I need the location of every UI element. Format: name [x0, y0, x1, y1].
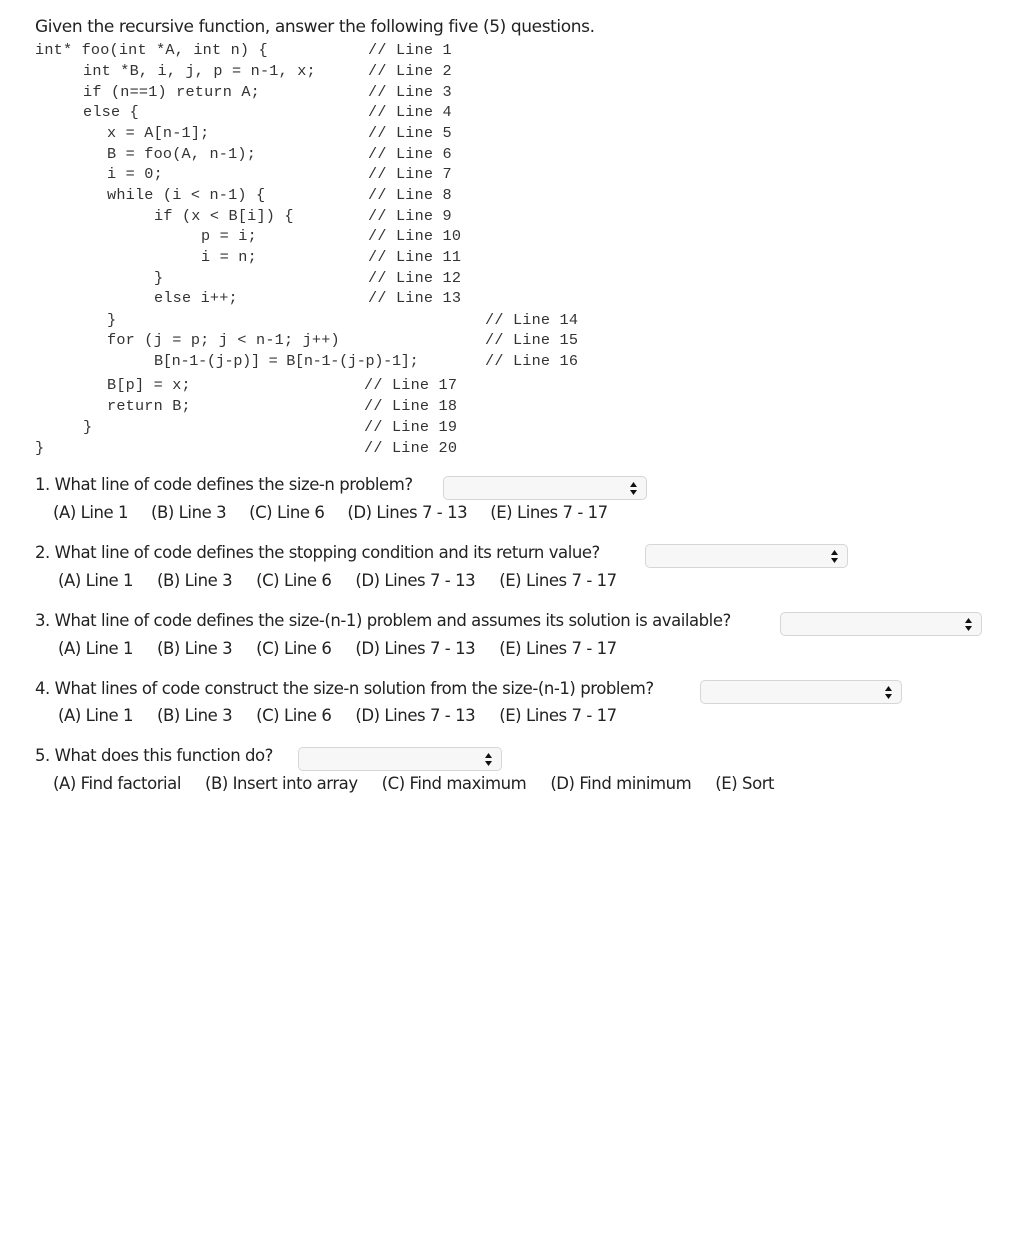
- code-line: }: [107, 311, 117, 329]
- code-block: int* foo(int *A, int n) { // Line 1 int …: [0, 0, 1024, 470]
- option-b: (B) Line 3: [151, 503, 227, 522]
- option-e: (E) Lines 7 - 17: [499, 639, 617, 658]
- code-line: return B;: [107, 397, 191, 415]
- option-a: (A) Line 1: [58, 571, 134, 590]
- code-comment: // Line 20: [364, 439, 458, 457]
- code-comment: // Line 3: [368, 83, 452, 101]
- option-e: (E) Lines 7 - 17: [499, 706, 617, 725]
- option-d: (D) Find minimum: [550, 774, 692, 793]
- code-comment: // Line 12: [368, 269, 462, 287]
- option-a: (A) Find factorial: [53, 774, 181, 793]
- code-line: for (j = p; j < n-1; j++): [107, 331, 340, 349]
- option-c: (C) Find maximum: [381, 774, 527, 793]
- option-a: (A) Line 1: [58, 639, 134, 658]
- code-comment: // Line 14: [485, 311, 579, 329]
- code-comment: // Line 19: [364, 418, 458, 436]
- code-line: int *B, i, j, p = n-1, x;: [83, 62, 316, 80]
- up-down-chevron-icon: [965, 618, 972, 631]
- option-b: (B) Line 3: [157, 639, 233, 658]
- code-comment: // Line 9: [368, 207, 452, 225]
- option-d: (D) Lines 7 - 13: [355, 706, 476, 725]
- up-down-chevron-icon: [831, 550, 838, 563]
- code-comment: // Line 7: [368, 165, 452, 183]
- option-b: (B) Line 3: [157, 706, 233, 725]
- up-down-chevron-icon: [630, 482, 637, 495]
- code-comment: // Line 15: [485, 331, 579, 349]
- answer-options: (A) Line 1 (B) Line 3 (C) Line 6 (D) Lin…: [58, 571, 617, 590]
- option-a: (A) Line 1: [58, 706, 134, 725]
- code-comment: // Line 8: [368, 186, 452, 204]
- code-line: B[n-1-(j-p)] = B[n-1-(j-p)-1];: [154, 352, 419, 370]
- code-comment: // Line 6: [368, 145, 452, 163]
- code-line: B = foo(A, n-1);: [107, 145, 257, 163]
- code-line: else i++;: [154, 289, 238, 307]
- option-e: (E) Lines 7 - 17: [490, 503, 608, 522]
- code-comment: // Line 4: [368, 103, 452, 121]
- option-b: (B) Insert into array: [204, 774, 358, 793]
- code-line: }: [154, 269, 164, 287]
- code-line: i = n;: [201, 248, 257, 266]
- code-line: else {: [83, 103, 139, 121]
- code-comment: // Line 17: [364, 376, 458, 394]
- code-line: }: [35, 439, 45, 457]
- code-comment: // Line 16: [485, 352, 579, 370]
- code-line: B[p] = x;: [107, 376, 191, 394]
- answer-select-4[interactable]: [700, 680, 902, 704]
- option-c: (C) Line 6: [256, 706, 332, 725]
- code-line: int* foo(int *A, int n) {: [35, 41, 268, 59]
- option-d: (D) Lines 7 - 13: [347, 503, 468, 522]
- answer-options: (A) Find factorial (B) Insert into array…: [53, 774, 775, 793]
- code-line: i = 0;: [107, 165, 163, 183]
- option-c: (C) Line 6: [249, 503, 325, 522]
- question-text: 2. What line of code defines the stoppin…: [35, 543, 600, 562]
- code-comment: // Line 10: [368, 227, 462, 245]
- code-comment: // Line 1: [368, 41, 452, 59]
- up-down-chevron-icon: [485, 753, 492, 766]
- option-e: (E) Sort: [715, 774, 775, 793]
- code-line: x = A[n-1];: [107, 124, 210, 142]
- code-comment: // Line 18: [364, 397, 458, 415]
- option-c: (C) Line 6: [256, 639, 332, 658]
- option-e: (E) Lines 7 - 17: [499, 571, 617, 590]
- answer-options: (A) Line 1 (B) Line 3 (C) Line 6 (D) Lin…: [53, 503, 608, 522]
- code-comment: // Line 5: [368, 124, 452, 142]
- option-c: (C) Line 6: [256, 571, 332, 590]
- code-line: }: [83, 418, 93, 436]
- option-b: (B) Line 3: [157, 571, 233, 590]
- answer-select-5[interactable]: [298, 747, 502, 771]
- code-line: if (n==1) return A;: [83, 83, 260, 101]
- option-d: (D) Lines 7 - 13: [355, 639, 476, 658]
- question-text: 5. What does this function do?: [35, 746, 273, 765]
- question-text: 1. What line of code defines the size-n …: [35, 475, 413, 494]
- code-comment: // Line 13: [368, 289, 462, 307]
- answer-select-1[interactable]: [443, 476, 647, 500]
- code-line: p = i;: [201, 227, 257, 245]
- question-text: 3. What line of code defines the size-(n…: [35, 611, 731, 630]
- code-comment: // Line 11: [368, 248, 462, 266]
- answer-select-3[interactable]: [780, 612, 982, 636]
- answer-options: (A) Line 1 (B) Line 3 (C) Line 6 (D) Lin…: [58, 639, 617, 658]
- option-a: (A) Line 1: [53, 503, 129, 522]
- code-comment: // Line 2: [368, 62, 452, 80]
- answer-select-2[interactable]: [645, 544, 848, 568]
- code-line: while (i < n-1) {: [107, 186, 266, 204]
- question-text: 4. What lines of code construct the size…: [35, 679, 654, 698]
- code-line: if (x < B[i]) {: [154, 207, 294, 225]
- answer-options: (A) Line 1 (B) Line 3 (C) Line 6 (D) Lin…: [58, 706, 617, 725]
- up-down-chevron-icon: [885, 686, 892, 699]
- option-d: (D) Lines 7 - 13: [355, 571, 476, 590]
